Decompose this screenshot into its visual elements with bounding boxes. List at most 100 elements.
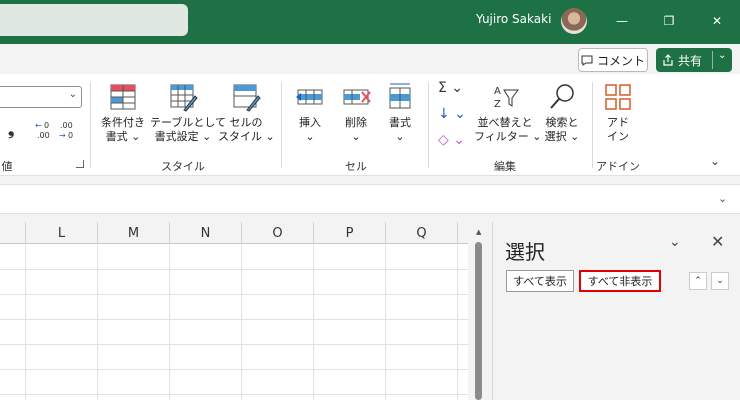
comment-button[interactable]: コメント: [578, 48, 648, 72]
avatar[interactable]: [561, 8, 587, 34]
insert-cells-icon: [296, 89, 323, 105]
bring-forward-button[interactable]: ⌃: [689, 272, 707, 290]
share-caret-icon[interactable]: ⌄: [718, 50, 726, 61]
insert-label: 挿入: [299, 116, 321, 129]
cell-styles-button[interactable]: セルの スタイル ⌄: [218, 82, 275, 144]
comment-label: コメント: [596, 53, 645, 68]
send-backward-button[interactable]: ⌄: [711, 272, 729, 290]
sort-filter-icon: AZ: [494, 86, 519, 110]
sort-filter-button[interactable]: AZ 並べ替えと フィルター ⌄: [474, 82, 542, 144]
show-all-button[interactable]: すべて表示: [506, 270, 574, 292]
restore-icon: ❐: [663, 14, 675, 28]
addins-label-1: アド: [607, 116, 629, 129]
column-header-n[interactable]: N: [170, 222, 242, 244]
search-box[interactable]: [0, 4, 188, 36]
scroll-up-icon[interactable]: ▲: [476, 228, 481, 236]
delete-label: 削除: [345, 116, 367, 129]
editing-group-label: 編集: [494, 160, 516, 173]
decrease-decimal-icon: .00→ 0: [59, 121, 73, 140]
clear-button[interactable]: ◇ ⌄: [438, 132, 465, 148]
grid-line: [0, 394, 468, 395]
delete-caret-icon: ⌄: [351, 130, 361, 143]
collapse-ribbon-icon[interactable]: ⌄: [710, 154, 720, 168]
comment-icon: [581, 55, 593, 66]
format-as-table-icon: [170, 84, 198, 112]
grid-line: [97, 244, 98, 400]
column-header-partial[interactable]: [0, 222, 26, 244]
delete-cells-icon: [343, 89, 371, 105]
format-caret-icon: ⌄: [395, 130, 405, 143]
spreadsheet-grid[interactable]: L M N O P Q: [0, 222, 468, 400]
grid-line: [385, 244, 386, 400]
grid-line: [241, 244, 242, 400]
share-icon: [663, 54, 673, 66]
column-headers: L M N O P Q: [0, 222, 468, 244]
find-select-label-1: 検索と: [545, 116, 579, 129]
pane-options-icon[interactable]: ⌄: [669, 234, 681, 250]
close-icon: ✕: [711, 14, 723, 28]
grid-line: [0, 319, 468, 320]
svg-text:→: →: [59, 131, 66, 140]
grid-line: [169, 244, 170, 400]
close-pane-icon[interactable]: ✕: [711, 232, 724, 251]
find-select-button[interactable]: 検索と 選択 ⌄: [538, 82, 586, 144]
grid-line: [0, 269, 468, 270]
increase-decimal-icon: ← 0.00: [35, 121, 50, 140]
insert-caret-icon: ⌄: [305, 130, 315, 143]
pane-title: 選択: [505, 240, 545, 264]
dialog-launcher-icon[interactable]: [76, 160, 84, 168]
addins-button[interactable]: アド イン: [598, 82, 638, 144]
comma-style-button[interactable]: ❟: [8, 120, 14, 140]
svg-text:0: 0: [44, 121, 49, 130]
column-header-p[interactable]: P: [314, 222, 386, 244]
column-header-l[interactable]: L: [26, 222, 98, 244]
svg-text:.00: .00: [37, 131, 50, 140]
grid-line: [25, 244, 26, 400]
insert-button[interactable]: 挿入 ⌄: [290, 82, 330, 144]
svg-text:0: 0: [68, 131, 73, 140]
fill-button[interactable]: ↓ ⌄: [438, 106, 466, 122]
conditional-format-label-2: 書式 ⌄: [105, 130, 141, 143]
scrollbar-thumb[interactable]: [475, 242, 482, 400]
sort-filter-label-2: フィルター ⌄: [474, 130, 542, 143]
column-header-m[interactable]: M: [98, 222, 170, 244]
addins-icon: [605, 84, 631, 110]
share-button[interactable]: 共有 ⌄: [656, 48, 732, 72]
expand-formula-bar-icon[interactable]: ⌄: [718, 192, 727, 205]
column-header-q[interactable]: Q: [386, 222, 458, 244]
cell-styles-label-1: セルの: [229, 116, 263, 129]
grid-line: [313, 244, 314, 400]
conditional-format-button[interactable]: 条件付き 書式 ⌄: [96, 82, 150, 144]
restore-button[interactable]: ❐: [656, 8, 682, 34]
format-button[interactable]: 書式 ⌄: [380, 82, 420, 144]
svg-text:←: ←: [35, 121, 42, 130]
minimize-button[interactable]: —: [609, 8, 635, 34]
addins-label-2: イン: [607, 130, 629, 143]
increase-decimal-button[interactable]: ← 0.00: [34, 120, 54, 143]
number-format-dropdown[interactable]: ⌄: [0, 86, 82, 108]
user-name[interactable]: Yujiro Sakaki: [476, 12, 551, 26]
number-group-label: 値: [1, 160, 13, 173]
decrease-decimal-button[interactable]: .00 → 0: [58, 120, 78, 143]
cell-styles-label-2: スタイル ⌄: [218, 130, 275, 143]
format-cells-icon: [389, 83, 411, 109]
ribbon-divider: [428, 82, 429, 168]
minimize-icon: —: [616, 14, 628, 28]
hide-all-button[interactable]: すべて非表示: [579, 270, 661, 292]
formula-bar[interactable]: ⌄: [0, 184, 740, 214]
styles-group-label: スタイル: [161, 160, 205, 173]
svg-text:Z: Z: [494, 99, 501, 110]
close-window-button[interactable]: ✕: [704, 8, 730, 34]
autosum-button[interactable]: Σ ⌄: [438, 80, 463, 96]
ribbon: ⌄ ❟ ← 0.00 .00 → 0 値 条件付き 書式 ⌄ テーブルとして 書式設定…: [0, 74, 740, 176]
command-row: コメント 共有 ⌄: [0, 44, 740, 74]
format-as-table-button[interactable]: テーブルとして 書式設定 ⌄: [150, 82, 226, 144]
ribbon-divider: [90, 82, 91, 168]
conditional-format-icon: [110, 84, 136, 110]
column-header-o[interactable]: O: [242, 222, 314, 244]
format-as-table-label-2: 書式設定 ⌄: [154, 130, 212, 143]
ribbon-divider: [592, 82, 593, 168]
grid-line: [0, 294, 468, 295]
delete-button[interactable]: 削除 ⌄: [336, 82, 376, 144]
share-separator: [712, 51, 713, 69]
